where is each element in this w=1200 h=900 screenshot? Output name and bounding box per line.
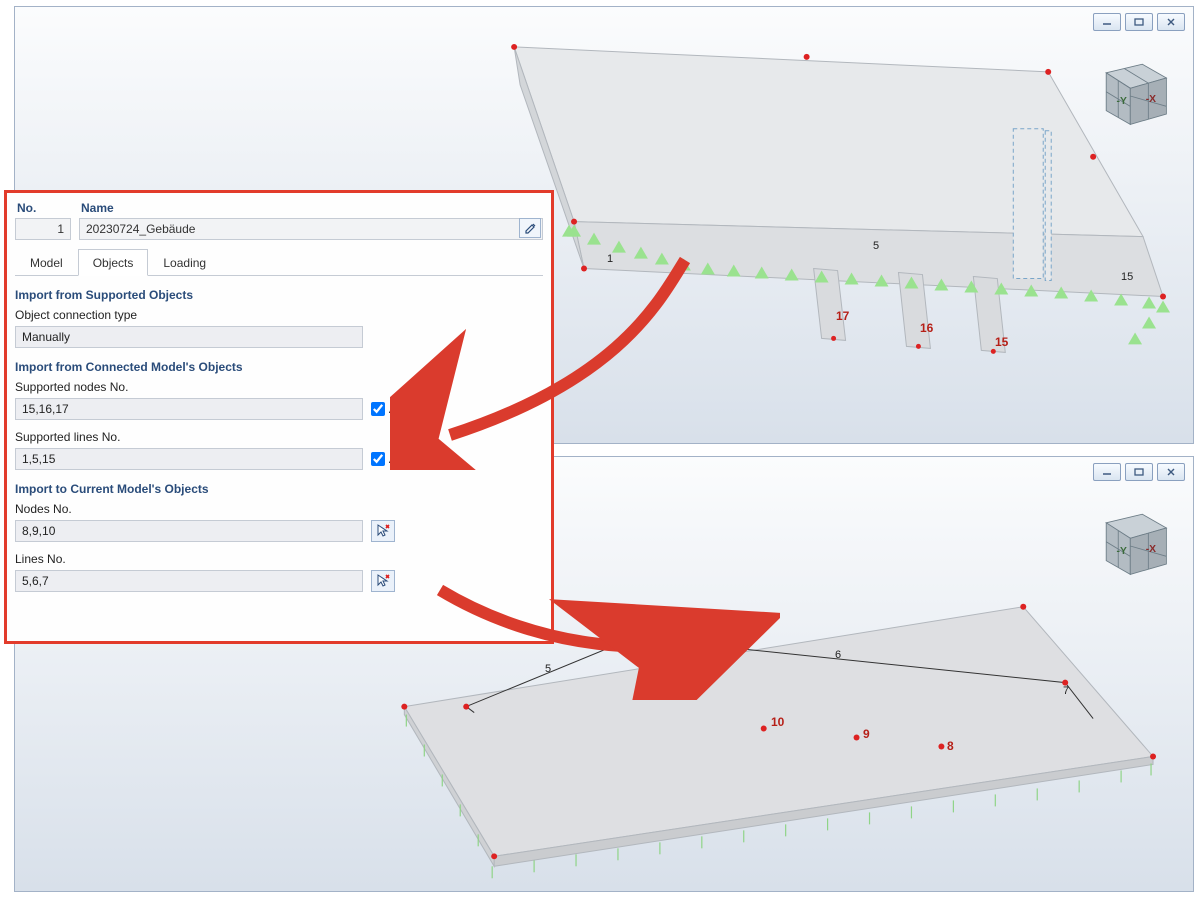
node-label-15: 15 — [995, 335, 1008, 349]
pick-nodes-button[interactable] — [371, 520, 395, 542]
cursor-pick-icon — [375, 573, 391, 589]
maximize-button[interactable] — [1125, 13, 1153, 31]
svg-text:-Y: -Y — [1117, 546, 1127, 557]
close-button[interactable] — [1157, 13, 1185, 31]
pencil-icon — [524, 222, 537, 235]
svg-text:-Y: -Y — [1117, 96, 1127, 107]
section-supported-title: Import from Supported Objects — [15, 288, 543, 302]
no-label: No. — [15, 199, 71, 218]
section-connected-title: Import from Connected Model's Objects — [15, 360, 543, 374]
close-button[interactable] — [1157, 463, 1185, 481]
tab-loading[interactable]: Loading — [148, 249, 221, 276]
minimize-icon — [1101, 17, 1113, 27]
node-label-9: 9 — [863, 727, 870, 741]
minimize-button[interactable] — [1093, 463, 1121, 481]
node-label-8: 8 — [947, 739, 954, 753]
supported-lines-all-label: All — [389, 452, 402, 466]
supported-lines-label: Supported lines No. — [15, 430, 543, 444]
minimize-button[interactable] — [1093, 13, 1121, 31]
edge-label-6b: 6 — [835, 649, 841, 661]
node-label-10: 10 — [771, 715, 784, 729]
objects-panel: No. Name Model Objects Loading Import fr… — [4, 190, 554, 644]
edge-label-15: 15 — [1121, 271, 1133, 283]
section-current-title: Import to Current Model's Objects — [15, 482, 543, 496]
window-controls-top — [1093, 13, 1185, 31]
pick-lines-button[interactable] — [371, 570, 395, 592]
supported-nodes-all[interactable]: All — [371, 402, 402, 416]
current-lines-label: Lines No. — [15, 552, 543, 566]
node-label-17: 17 — [836, 309, 849, 323]
panel-header: No. Name — [15, 199, 543, 240]
current-nodes-input[interactable] — [15, 520, 363, 542]
edit-name-button[interactable] — [519, 218, 541, 238]
supported-lines-input[interactable] — [15, 448, 363, 470]
conn-type-input[interactable] — [15, 326, 363, 348]
tab-model[interactable]: Model — [15, 249, 78, 276]
name-input[interactable] — [79, 218, 543, 240]
close-icon — [1165, 17, 1177, 27]
conn-type-label: Object connection type — [15, 308, 543, 322]
window-controls-bottom — [1093, 463, 1185, 481]
tab-objects[interactable]: Objects — [78, 249, 149, 276]
svg-text:-X: -X — [1146, 94, 1156, 105]
edge-label-5: 5 — [873, 240, 879, 252]
no-input[interactable] — [15, 218, 71, 240]
close-icon — [1165, 467, 1177, 477]
nav-cube-top[interactable]: -Y -X — [1089, 47, 1175, 133]
minimize-icon — [1101, 467, 1113, 477]
edge-label-7b: 7 — [1063, 685, 1069, 697]
maximize-button[interactable] — [1125, 463, 1153, 481]
edge-label-1: 1 — [607, 253, 613, 265]
node-label-16: 16 — [920, 321, 933, 335]
supported-nodes-all-label: All — [389, 402, 402, 416]
cursor-pick-icon — [375, 523, 391, 539]
maximize-icon — [1133, 467, 1145, 477]
current-nodes-label: Nodes No. — [15, 502, 543, 516]
svg-text:-X: -X — [1146, 544, 1156, 555]
supported-nodes-input[interactable] — [15, 398, 363, 420]
supported-lines-all-checkbox[interactable] — [371, 452, 385, 466]
supported-lines-all[interactable]: All — [371, 452, 402, 466]
tabs: Model Objects Loading — [15, 248, 543, 276]
edge-label-5b: 5 — [545, 663, 551, 675]
current-lines-input[interactable] — [15, 570, 363, 592]
supported-nodes-label: Supported nodes No. — [15, 380, 543, 394]
supported-nodes-all-checkbox[interactable] — [371, 402, 385, 416]
nav-cube-bottom[interactable]: -Y -X — [1089, 497, 1175, 583]
maximize-icon — [1133, 17, 1145, 27]
name-label: Name — [79, 199, 543, 218]
